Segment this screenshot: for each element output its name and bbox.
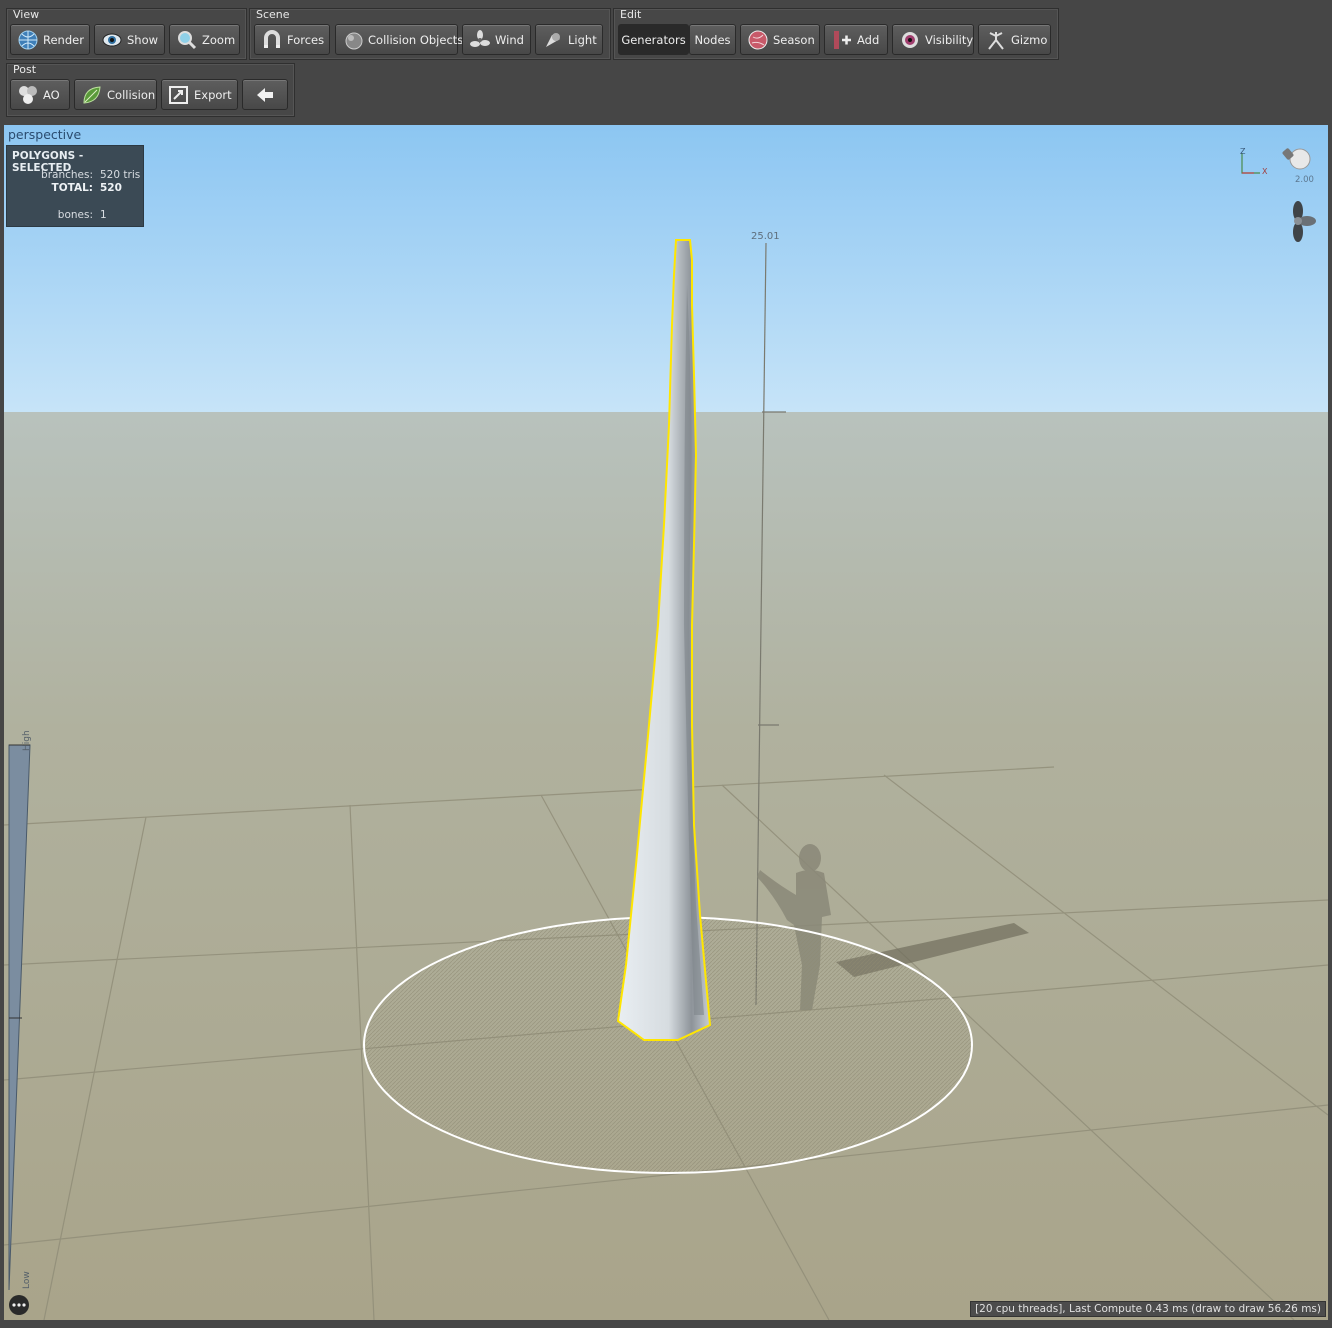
collision-sphere-icon xyxy=(345,32,363,49)
forces-button[interactable]: Forces xyxy=(254,24,330,55)
light-bulb-icon[interactable] xyxy=(1280,143,1314,177)
polygon-stats-panel: POLYGONS - SELECTED branches: 520 tris T… xyxy=(6,145,144,227)
add-label: Add xyxy=(857,32,880,47)
ao-label: AO xyxy=(43,87,60,102)
lod-high-label: High xyxy=(22,730,32,751)
axis-z-label: Z xyxy=(1240,147,1246,156)
post-group-label: Post xyxy=(13,63,37,76)
branches-label: branches: xyxy=(41,169,93,181)
show-button[interactable]: Show xyxy=(94,24,165,55)
generators-label: Generators xyxy=(621,32,686,47)
visibility-label: Visibility xyxy=(925,32,974,47)
export-label: Export xyxy=(194,87,232,102)
back-button[interactable] xyxy=(242,79,288,110)
status-bar: [20 cpu threads], Last Compute 0.43 ms (… xyxy=(970,1301,1326,1317)
ruler-value: 25.01 xyxy=(751,231,780,242)
add-plus-icon xyxy=(834,30,851,49)
forces-label: Forces xyxy=(287,32,325,47)
branches-unit: tris xyxy=(123,169,141,181)
sky xyxy=(4,125,1328,415)
viewport-options-button[interactable] xyxy=(9,1295,29,1315)
gizmo-label: Gizmo xyxy=(1011,32,1048,47)
edit-group-label: Edit xyxy=(620,8,642,21)
total-value: 520 xyxy=(100,182,122,194)
wind-fan-icon[interactable] xyxy=(1284,199,1318,245)
light-button[interactable]: Light xyxy=(535,24,603,55)
show-label: Show xyxy=(127,32,159,47)
generators-tab[interactable]: Generators xyxy=(618,24,689,55)
leaf-icon xyxy=(83,85,101,104)
axis-x-label: X xyxy=(1262,167,1268,176)
ao-spheres-icon xyxy=(19,85,37,104)
zoom-label: Zoom xyxy=(202,32,236,47)
wind-label: Wind xyxy=(495,32,524,47)
gizmo-tree-icon xyxy=(988,31,1004,50)
export-button[interactable]: Export xyxy=(161,79,238,110)
view-group-label: View xyxy=(13,8,40,21)
scene-canvas[interactable] xyxy=(4,125,1328,1320)
collision-objects-label: Collision Objects xyxy=(368,32,464,47)
collision-objects-button[interactable]: Collision Objects xyxy=(335,24,463,55)
arrow-left-icon xyxy=(257,87,273,102)
bones-value: 1 xyxy=(100,209,107,221)
season-button[interactable]: Season xyxy=(740,24,820,55)
magnet-icon xyxy=(264,29,280,48)
total-label: TOTAL: xyxy=(51,182,93,194)
spotlight-icon xyxy=(546,32,560,47)
render-button[interactable]: Render xyxy=(10,24,90,55)
light-label: Light xyxy=(568,32,597,47)
season-globe-icon xyxy=(748,30,768,49)
bones-label: bones: xyxy=(57,209,93,221)
export-icon xyxy=(169,85,188,104)
collision-button[interactable]: Collision xyxy=(74,79,157,110)
nodes-label: Nodes xyxy=(694,32,731,47)
zoom-button[interactable]: Zoom xyxy=(169,24,240,55)
season-label: Season xyxy=(773,32,815,47)
branches-value: 520 tris xyxy=(100,169,140,181)
globe-icon xyxy=(18,30,38,49)
scene-group-label: Scene xyxy=(256,8,290,21)
wind-button[interactable]: Wind xyxy=(462,24,531,55)
magnifier-icon xyxy=(178,30,197,49)
add-button[interactable]: Add xyxy=(824,24,888,55)
lod-low-label: Low xyxy=(22,1271,32,1289)
ao-button[interactable]: AO xyxy=(10,79,70,110)
branches-count: 520 xyxy=(100,169,121,181)
light-intensity-value: 2.00 xyxy=(1295,175,1314,185)
render-label: Render xyxy=(43,32,84,47)
visibility-button[interactable]: Visibility xyxy=(892,24,974,55)
gizmo-button[interactable]: Gizmo xyxy=(978,24,1051,55)
3d-viewport[interactable]: perspective POLYGONS - SELECTED branches… xyxy=(4,125,1328,1320)
view-mode-label[interactable]: perspective xyxy=(8,127,81,142)
more-dots-icon xyxy=(12,1303,26,1307)
eye-icon xyxy=(102,33,122,46)
visibility-eye-icon xyxy=(902,31,918,48)
fan-icon xyxy=(470,29,490,47)
nodes-tab[interactable]: Nodes xyxy=(689,24,736,55)
collision-label: Collision xyxy=(107,87,156,102)
